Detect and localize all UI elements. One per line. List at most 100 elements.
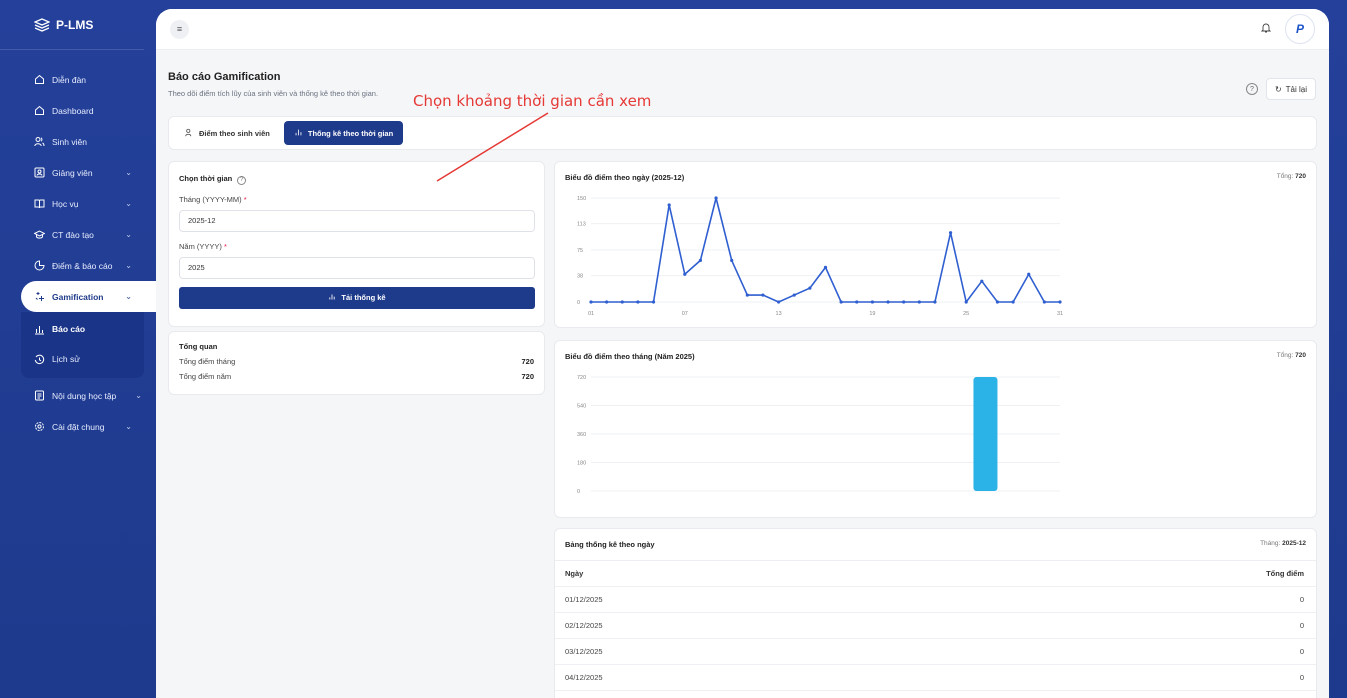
summary-value: 720 (521, 357, 534, 366)
column-header-total: Tổng điểm (1266, 569, 1304, 578)
sidebar-item-label: Nội dung học tập (52, 390, 117, 401)
monthly-chart-total: Tổng: 720 (1277, 352, 1306, 361)
sidebar-subitem-lich-su[interactable]: Lịch sử (21, 344, 144, 374)
tab-label: Điểm theo sinh viên (199, 128, 270, 138)
avatar[interactable]: P (1285, 14, 1315, 44)
data-point (714, 196, 718, 200)
sidebar-subitem-label: Báo cáo (52, 324, 86, 334)
help-icon[interactable]: ? (1245, 83, 1258, 95)
sidebar-item-giang-vien[interactable]: Giảng viên ⌄ (0, 157, 156, 188)
sidebar-nav-lower: Nội dung học tập ⌄ Cài đặt chung ⌄ (0, 380, 156, 442)
main-panel: ≡ P Báo cáo Gamification Theo dõi điểm t… (156, 9, 1329, 698)
total-value: 720 (1295, 173, 1306, 180)
data-point (808, 286, 812, 290)
y-tick-label: 0 (577, 300, 580, 306)
brand[interactable]: P-LMS (0, 0, 144, 50)
sidebar-item-cai-dat-chung[interactable]: Cài đặt chung ⌄ (0, 411, 156, 442)
data-point (855, 300, 859, 304)
users-icon (185, 128, 194, 139)
bar-chart-icon (328, 293, 336, 303)
year-label-text: Năm (YYYY) (179, 241, 222, 251)
daily-chart-header: Biểu đồ điểm theo ngày (2025-12) Tổng: 7… (555, 162, 1316, 182)
x-tick-label: 19 (869, 311, 875, 317)
sidebar-item-label: Điểm & báo cáo (52, 260, 113, 271)
gamification-subnav: Báo cáo Lịch sử (21, 312, 144, 378)
required-mark: * (243, 194, 247, 204)
table-cell-total: 0 (1299, 595, 1304, 604)
data-point (839, 300, 843, 304)
y-tick-label: 75 (577, 248, 583, 254)
reload-button[interactable]: ↻ Tải lại (1265, 78, 1316, 100)
data-point (589, 300, 593, 304)
sidebar-item-label: CT đào tạo (52, 229, 94, 240)
data-point (933, 300, 937, 304)
y-tick-label: 38 (577, 274, 583, 280)
data-point (823, 265, 828, 269)
bar-chart-icon (294, 128, 303, 139)
app-title: P-LMS (56, 17, 94, 32)
annotation-text: Chọn khoảng thời gian cần xem (413, 92, 652, 110)
time-select-card: Chọn thời gian ? Tháng (YYYY-MM) * 2025-… (168, 161, 545, 327)
total-value: 720 (1295, 352, 1306, 359)
data-point (651, 300, 656, 304)
table-cell-total: 0 (1299, 673, 1304, 682)
data-point (683, 272, 687, 276)
monthly-chart-card: Biểu đồ điểm theo tháng (Năm 2025) Tổng:… (554, 340, 1317, 518)
summary-title: Tổng quan (179, 342, 218, 351)
y-tick-label: 0 (577, 489, 580, 495)
y-tick-label: 150 (577, 196, 586, 202)
data-point (730, 258, 734, 262)
month-label-text: Tháng (YYYY-MM) (179, 194, 242, 204)
year-label: Năm (YYYY) * (179, 242, 534, 251)
tab-thong-ke-theo-thoi-gian[interactable]: Thống kê theo thời gian (283, 121, 404, 145)
sidebar-item-hoc-vu[interactable]: Học vụ ⌄ (0, 188, 156, 219)
sidebar-item-label: Học vụ (52, 198, 79, 209)
x-tick-label: 13 (776, 311, 782, 317)
daily-table-header: Bảng thống kê theo ngày Tháng: 2025-12 (555, 529, 1316, 561)
sidebar-item-sinh-vien[interactable]: Sinh viên (0, 126, 156, 157)
sidebar-item-diem-bao-cao[interactable]: Điểm & báo cáo ⌄ (0, 250, 156, 281)
sidebar-item-gamification[interactable]: Gamification ⌄ (21, 281, 156, 312)
month-input[interactable]: 2025-12 (179, 209, 535, 232)
data-point (636, 300, 640, 304)
data-point (1042, 300, 1046, 304)
summary-row-year: Tổng điểm năm 720 (179, 372, 534, 381)
home-icon (34, 105, 45, 116)
data-point (1058, 300, 1062, 304)
daily-table-card: Bảng thống kê theo ngày Tháng: 2025-12 N… (554, 528, 1317, 698)
sidebar-item-label: Diễn đàn (52, 74, 87, 85)
document-icon (34, 390, 45, 401)
data-point (980, 279, 984, 283)
sidebar-item-dashboard[interactable]: Dashboard (0, 95, 156, 126)
data-point (902, 300, 906, 304)
layers-icon (33, 17, 51, 32)
time-select-title: Chọn thời gian ? (179, 174, 534, 185)
y-tick-label: 113 (577, 222, 586, 228)
data-point (745, 293, 749, 297)
load-stats-button[interactable]: Tải thống kê (179, 286, 535, 309)
data-point (1011, 300, 1015, 304)
data-point (698, 258, 703, 262)
year-input[interactable]: 2025 (179, 256, 535, 279)
time-select-title-text: Chọn thời gian (179, 174, 233, 183)
table-cell-total: 0 (1299, 621, 1304, 630)
daily-table-title: Bảng thống kê theo ngày (565, 540, 655, 549)
menu-toggle-button[interactable]: ≡ (170, 19, 189, 39)
sidebar-item-ct-dao-tao[interactable]: CT đào tạo ⌄ (0, 219, 156, 250)
tab-diem-theo-sinh-vien[interactable]: Điểm theo sinh viên (175, 121, 280, 145)
sidebar-item-label: Sinh viên (52, 136, 87, 147)
page-header: Báo cáo Gamification Theo dõi điểm tích … (168, 71, 378, 98)
sidebar-nav: Diễn đàn Dashboard Sinh viên Giảng viên … (0, 64, 156, 312)
sidebar-item-label: Dashboard (52, 105, 94, 116)
table-cell-date: 02/12/2025 (565, 621, 603, 630)
sidebar-item-noi-dung-hoc-tap[interactable]: Nội dung học tập ⌄ (0, 380, 156, 411)
sidebar-subitem-bao-cao[interactable]: Báo cáo (21, 314, 144, 344)
help-icon[interactable]: ? (237, 175, 247, 185)
data-point (917, 300, 921, 304)
sidebar-item-label: Giảng viên (52, 167, 93, 178)
topbar: ≡ P (156, 9, 1329, 50)
bell-icon[interactable] (1260, 22, 1272, 36)
sidebar-item-dien-dan[interactable]: Diễn đàn (0, 64, 156, 95)
hamburger-icon: ≡ (176, 24, 183, 34)
page-title: Báo cáo Gamification (168, 71, 281, 83)
